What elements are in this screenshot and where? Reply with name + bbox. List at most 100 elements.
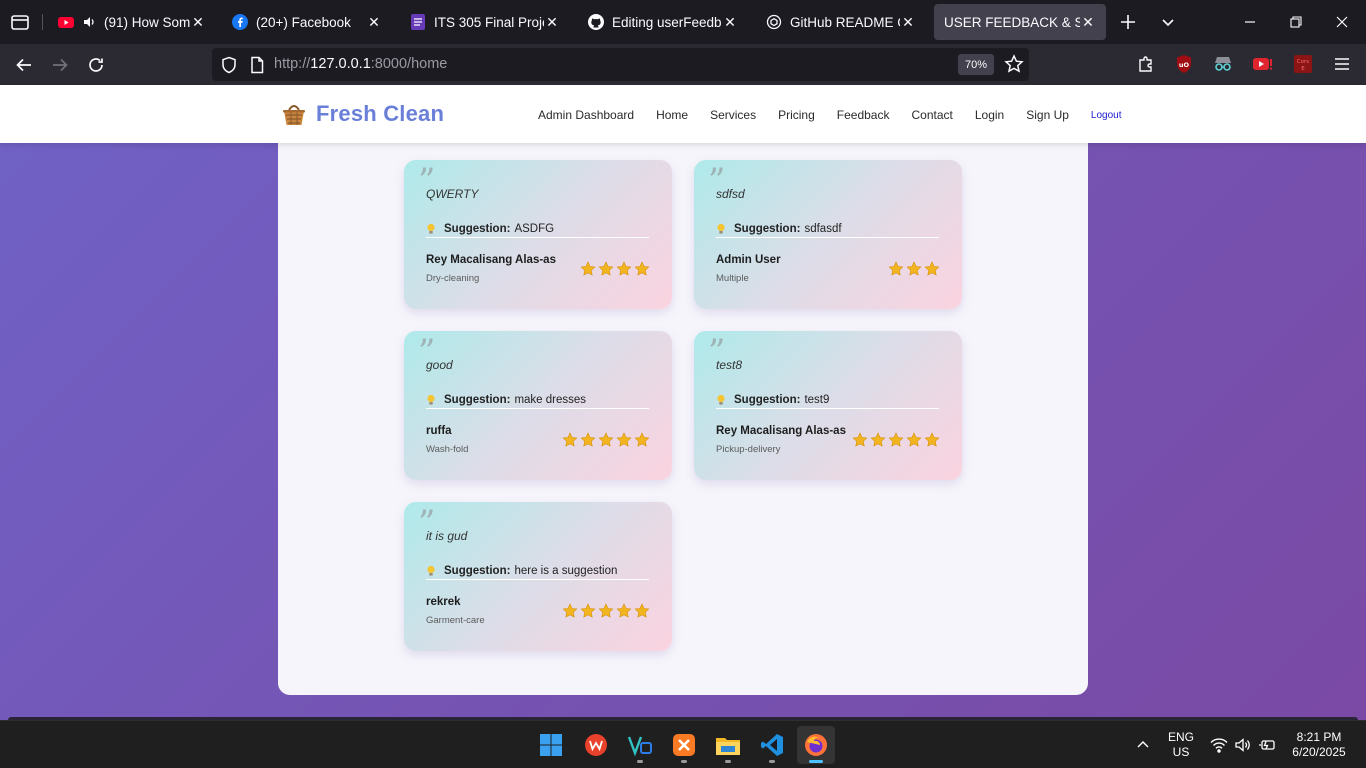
star-icon <box>924 432 940 453</box>
shield-icon[interactable] <box>220 56 238 74</box>
suggestion-label: Suggestion: <box>734 394 801 406</box>
feedback-panel: ” QWERTY Suggestion: ASDFG Rey Macalisang Al… <box>278 115 1088 695</box>
nav-home[interactable]: Home <box>656 108 688 122</box>
clock[interactable]: 8:21 PM 6/20/2025 <box>1284 730 1354 760</box>
suggestion-text: sdfasdf <box>804 223 842 235</box>
nav-signup[interactable]: Sign Up <box>1026 108 1069 122</box>
tab-youtube[interactable]: (91) How Somalia ✕ <box>48 4 216 40</box>
tab-facebook[interactable]: (20+) Facebook ✕ <box>222 4 392 40</box>
wps-office-icon[interactable] <box>577 726 615 764</box>
feedback-service: Pickup-delivery <box>716 444 781 455</box>
laundry-basket-icon <box>283 105 305 125</box>
chevron-up-icon[interactable] <box>1130 726 1156 764</box>
star-rating <box>888 261 940 282</box>
suggestion-row: Suggestion: sdfasdf <box>716 223 939 238</box>
restore-icon[interactable] <box>1284 10 1308 34</box>
extensions-puzzle-icon[interactable] <box>1135 53 1157 75</box>
ublock-origin-icon[interactable]: uO <box>1173 53 1195 75</box>
windows-start-icon[interactable] <box>532 726 570 764</box>
nav-services[interactable]: Services <box>710 108 756 122</box>
xampp-icon[interactable] <box>665 726 703 764</box>
firefox-icon[interactable] <box>797 726 835 764</box>
star-rating <box>562 432 650 453</box>
cors-extension-icon[interactable]: Cors E <box>1292 53 1314 75</box>
star-icon <box>580 603 596 624</box>
volume-icon[interactable] <box>1231 726 1255 764</box>
active-indicator <box>809 760 823 763</box>
close-tab-icon[interactable]: ✕ <box>190 14 206 30</box>
vscode-icon[interactable] <box>753 726 791 764</box>
tab-its305[interactable]: ITS 305 Final Project Su ✕ <box>400 4 570 40</box>
tab-title: (91) How Somalia <box>104 14 190 30</box>
nav-logout[interactable]: Logout <box>1091 110 1122 121</box>
star-icon <box>616 432 632 453</box>
facebook-icon <box>232 14 248 30</box>
feedback-card: ” QWERTY Suggestion: ASDFG Rey Macalisang Al… <box>404 160 672 309</box>
list-all-tabs-icon[interactable] <box>1156 10 1180 34</box>
suggestion-label: Suggestion: <box>734 223 801 235</box>
page-icon[interactable] <box>248 56 266 74</box>
feedback-card: ” good Suggestion: make dresses ruffa Wash-fo… <box>404 331 672 480</box>
tab-title: USER FEEDBACK & SUGGE <box>944 14 1080 30</box>
zoom-level-button[interactable]: 70% <box>958 54 994 75</box>
feedback-author: rekrek <box>426 596 461 608</box>
tab-user-feedback[interactable]: USER FEEDBACK & SUGGE ✕ <box>934 4 1106 40</box>
star-icon <box>888 261 904 282</box>
reload-icon[interactable] <box>83 52 109 78</box>
close-tab-icon[interactable]: ✕ <box>544 14 560 30</box>
tab-title: (20+) Facebook <box>256 14 351 30</box>
svg-text:uO: uO <box>1179 61 1190 69</box>
language-indicator[interactable]: ENG US <box>1166 730 1196 760</box>
address-bar[interactable]: http://127.0.0.1:8000/home 70% <box>212 48 1029 81</box>
feedback-service: Garment-care <box>426 615 485 626</box>
incognito-mask-icon[interactable] <box>1212 53 1234 75</box>
close-tab-icon[interactable]: ✕ <box>366 14 382 30</box>
wifi-icon[interactable] <box>1207 726 1231 764</box>
nav-contact[interactable]: Contact <box>911 108 952 122</box>
suggestion-text: make dresses <box>514 394 587 406</box>
suggestion-label: Suggestion: <box>444 565 511 577</box>
nav-login[interactable]: Login <box>975 108 1004 122</box>
tab-github-editing[interactable]: Editing userFeedbackA ✕ <box>578 4 748 40</box>
url-text[interactable]: http://127.0.0.1:8000/home <box>274 56 447 72</box>
youtube-extension-icon[interactable] <box>1252 53 1274 75</box>
forward-arrow-icon[interactable] <box>47 52 73 78</box>
nav-feedback[interactable]: Feedback <box>837 108 890 122</box>
minimize-icon[interactable] <box>1238 10 1262 34</box>
close-tab-icon[interactable]: ✕ <box>1080 14 1096 30</box>
new-tab-icon[interactable] <box>1116 10 1140 34</box>
close-tab-icon[interactable]: ✕ <box>722 14 738 30</box>
page-viewport: Fresh Clean Admin Dashboard Home Service… <box>0 85 1366 720</box>
tab-github-readme[interactable]: GitHub README Creat ✕ <box>756 4 926 40</box>
feedback-comment: QWERTY <box>426 187 479 201</box>
tab-title: GitHub README Creat <box>790 14 900 30</box>
navigation-toolbar: http://127.0.0.1:8000/home 70% uO Cors E <box>0 44 1366 85</box>
audio-playing-icon[interactable] <box>82 14 98 30</box>
firefox-view-icon[interactable] <box>8 10 32 34</box>
file-explorer-icon[interactable] <box>709 726 747 764</box>
close-window-icon[interactable] <box>1330 10 1354 34</box>
lightbulb-icon <box>717 223 725 234</box>
clock-date: 6/20/2025 <box>1292 745 1346 759</box>
star-icon <box>924 261 940 282</box>
feedback-author: Rey Macalisang Alas-as <box>426 254 556 266</box>
nav-pricing[interactable]: Pricing <box>778 108 815 122</box>
close-tab-icon[interactable]: ✕ <box>900 14 916 30</box>
nav-admin-dashboard[interactable]: Admin Dashboard <box>538 108 634 122</box>
feedback-author: Admin User <box>716 254 781 266</box>
feedback-card: ” it is gud Suggestion: here is a suggestio… <box>404 502 672 651</box>
url-path: :8000/home <box>370 56 448 72</box>
star-icon <box>634 261 650 282</box>
back-arrow-icon[interactable] <box>11 52 37 78</box>
feedback-service: Multiple <box>716 273 749 284</box>
lightbulb-icon <box>427 565 435 576</box>
brand[interactable]: Fresh Clean <box>282 101 444 127</box>
bookmark-star-icon[interactable] <box>1004 54 1024 74</box>
suggestion-text: ASDFG <box>514 223 555 235</box>
vs-icon[interactable] <box>621 726 659 764</box>
star-rating <box>580 261 650 282</box>
suggestion-row: Suggestion: ASDFG <box>426 223 649 238</box>
suggestion-row: Suggestion: make dresses <box>426 394 649 409</box>
hamburger-menu-icon[interactable] <box>1331 53 1353 75</box>
battery-charging-icon[interactable] <box>1255 726 1279 764</box>
